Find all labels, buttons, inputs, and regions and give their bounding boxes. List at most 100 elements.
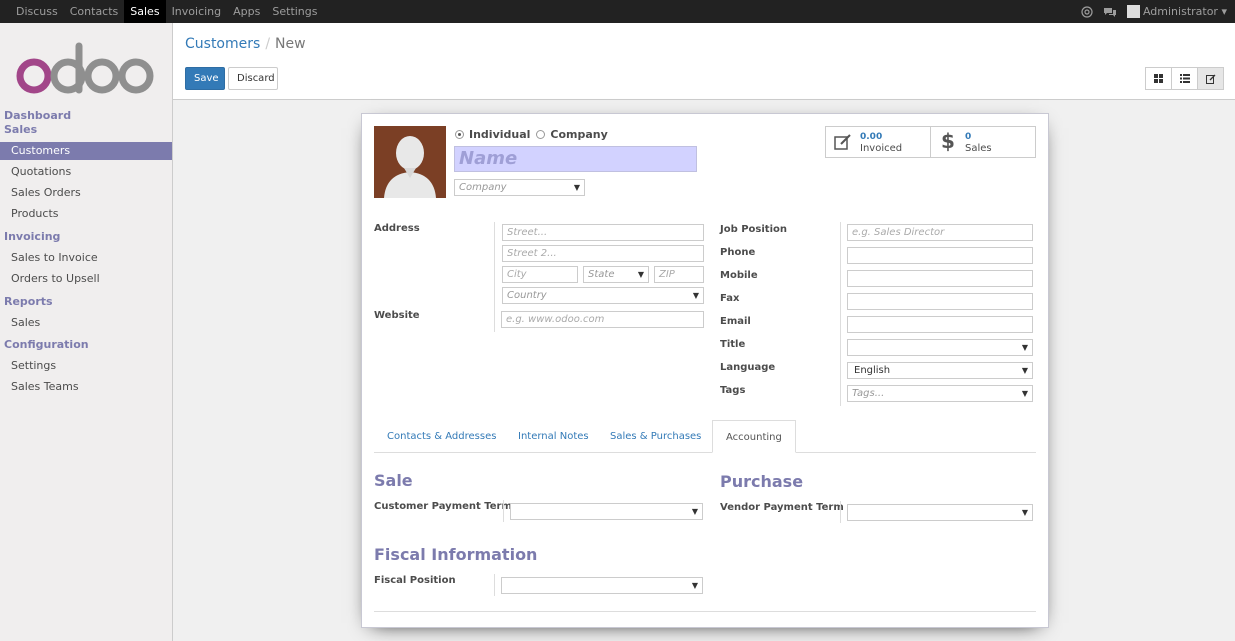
user-menu[interactable]: Administrator ▾ (1126, 4, 1227, 19)
fiscal-section-title: Fiscal Information (374, 545, 538, 564)
top-navbar: Discuss Contacts Sales Invoicing Apps Se… (0, 0, 1235, 23)
fiscal-position-select[interactable]: ▼ (501, 577, 703, 594)
user-name: Administrator (1142, 4, 1218, 18)
website-label: Website (374, 310, 420, 321)
divider (503, 500, 504, 522)
user-avatar (1126, 5, 1140, 19)
address-label: Address (374, 223, 420, 234)
sidebar-header-invoicing: Invoicing (4, 230, 61, 243)
job-position-label: Job Position (720, 224, 788, 235)
caret-down-icon: ▾ (1221, 4, 1227, 18)
menu-settings[interactable]: Settings (266, 0, 323, 23)
language-select[interactable]: English ▼ (847, 362, 1033, 379)
customer-photo[interactable] (374, 126, 446, 198)
caret-down-icon: ▼ (573, 183, 580, 192)
save-button[interactable]: Save (185, 67, 225, 90)
job-position-input[interactable]: e.g. Sales Director (847, 224, 1033, 241)
sidebar-item-orders-to-upsell[interactable]: Orders to Upsell (0, 270, 172, 288)
country-select[interactable]: Country ▼ (502, 287, 704, 304)
website-input[interactable]: e.g. www.odoo.com (501, 311, 704, 328)
company-select-placeholder: Company (459, 182, 507, 193)
divider (840, 501, 841, 523)
vendor-payment-term-label: Vendor Payment Term (720, 502, 844, 513)
sidebar-item-reports-sales[interactable]: Sales (0, 314, 172, 332)
odoo-logo (16, 42, 154, 94)
tab-internal-notes[interactable]: Internal Notes (505, 420, 602, 453)
discard-button[interactable]: Discard (228, 67, 278, 90)
sales-stat-button[interactable]: $ 0 Sales (930, 126, 1036, 158)
menu-sales[interactable]: Sales (124, 0, 166, 23)
sidebar-header-sales: Sales (4, 123, 38, 136)
control-panel: Customers / New Save Discard (173, 23, 1235, 100)
zip-input[interactable]: ZIP (654, 266, 704, 283)
form-view-icon[interactable] (1197, 67, 1224, 90)
purchase-section-title: Purchase (720, 472, 804, 491)
sidebar-header-configuration: Configuration (4, 338, 89, 351)
vendor-payment-term-select[interactable]: ▼ (847, 504, 1033, 521)
list-view-icon[interactable] (1171, 67, 1198, 90)
title-select[interactable]: ▼ (847, 339, 1033, 356)
notebook-tabs: Contacts & Addresses Internal Notes Sale… (374, 420, 1036, 453)
mobile-input[interactable] (847, 270, 1033, 287)
phone-input[interactable] (847, 247, 1033, 264)
breadcrumb-customers[interactable]: Customers (185, 36, 260, 52)
form-sheet: Individual Company Name Company ▼ 0.00 In… (361, 113, 1049, 628)
divider (494, 222, 495, 332)
radio-company[interactable] (536, 130, 546, 139)
sales-value: 0 (965, 132, 972, 142)
menu-apps[interactable]: Apps (227, 0, 266, 23)
state-select[interactable]: State ▼ (583, 266, 649, 283)
sidebar-item-sales-teams[interactable]: Sales Teams (0, 378, 172, 396)
breadcrumb: Customers / New (185, 36, 306, 52)
fax-label: Fax (720, 293, 740, 304)
menu-contacts[interactable]: Contacts (64, 0, 125, 23)
sidebar-item-customers[interactable]: Customers (0, 142, 172, 160)
email-label: Email (720, 316, 751, 327)
fax-input[interactable] (847, 293, 1033, 310)
kanban-view-icon[interactable] (1145, 67, 1172, 90)
mobile-label: Mobile (720, 270, 758, 281)
invoiced-stat-button[interactable]: 0.00 Invoiced (825, 126, 931, 158)
sidebar-item-sales-to-invoice[interactable]: Sales to Invoice (0, 249, 172, 267)
phone-label: Phone (720, 247, 756, 258)
edit-icon (834, 134, 851, 150)
name-input[interactable]: Name (454, 146, 697, 172)
tab-contacts-addresses[interactable]: Contacts & Addresses (374, 420, 509, 453)
caret-down-icon: ▼ (691, 507, 698, 516)
street2-input[interactable]: Street 2... (502, 245, 704, 262)
menu-discuss[interactable]: Discuss (10, 0, 64, 23)
caret-down-icon: ▼ (1021, 366, 1028, 375)
sidebar-item-sales-orders[interactable]: Sales Orders (0, 184, 172, 202)
app-menu: Discuss Contacts Sales Invoicing Apps Se… (10, 0, 324, 23)
caret-down-icon: ▼ (691, 581, 698, 590)
caret-down-icon: ▼ (637, 270, 644, 279)
radio-individual[interactable] (455, 130, 464, 139)
chat-icon[interactable] (1103, 6, 1117, 18)
fiscal-position-label: Fiscal Position (374, 575, 456, 586)
menu-invoicing[interactable]: Invoicing (166, 0, 228, 23)
sidebar-item-settings[interactable]: Settings (0, 357, 172, 375)
country-select-placeholder: Country (507, 290, 547, 301)
sidebar-item-products[interactable]: Products (0, 205, 172, 223)
sidebar-dashboard[interactable]: Dashboard (4, 109, 71, 122)
sidebar: Dashboard Sales Customers Quotations Sal… (0, 23, 173, 641)
language-value: English (854, 365, 891, 376)
sidebar-header-reports: Reports (4, 295, 53, 308)
language-label: Language (720, 362, 776, 373)
sales-label: Sales (965, 143, 992, 154)
person-placeholder-icon (384, 136, 436, 198)
tags-select[interactable]: Tags... ▼ (847, 385, 1033, 402)
city-input[interactable]: City (502, 266, 578, 283)
breadcrumb-current: New (275, 36, 306, 52)
customer-payment-term-select[interactable]: ▼ (510, 503, 703, 520)
company-select[interactable]: Company ▼ (454, 179, 585, 196)
tags-placeholder: Tags... (852, 388, 885, 399)
at-icon[interactable] (1081, 5, 1093, 18)
tab-accounting[interactable]: Accounting (712, 420, 796, 453)
email-input[interactable] (847, 316, 1033, 333)
sidebar-item-quotations[interactable]: Quotations (0, 163, 172, 181)
view-switcher (1145, 67, 1224, 90)
caret-down-icon: ▼ (1021, 508, 1028, 517)
tab-sales-purchases[interactable]: Sales & Purchases (597, 420, 714, 453)
street-input[interactable]: Street... (502, 224, 704, 241)
